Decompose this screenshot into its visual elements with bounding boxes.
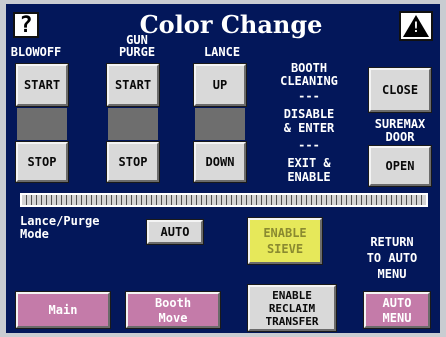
warning-glyph: ! (411, 20, 421, 36)
lance-purge-mode-label-line1: Lance/Purge (20, 214, 100, 228)
lance-down-button[interactable]: DOWN (194, 142, 246, 182)
suremax-label-line1: SUREMAX (374, 117, 426, 131)
reclaim-line2: RECLAIM (268, 301, 316, 315)
help-icon[interactable]: ? (13, 12, 39, 38)
auto-menu-line1: AUTO (382, 295, 412, 310)
booth-cleaning-line1: BOOTH (290, 61, 328, 75)
lance-status-indicator (195, 108, 245, 140)
blowoff-stop-button[interactable]: STOP (16, 142, 68, 182)
enable-sieve-line2: SIEVE (266, 242, 304, 256)
lance-purge-mode-auto-button[interactable]: AUTO (147, 220, 203, 244)
lance-label: LANCE (203, 45, 241, 59)
blowoff-start-button[interactable]: START (16, 64, 68, 106)
gun-purge-start-button[interactable]: START (107, 64, 159, 106)
booth-move-line1: Booth (154, 295, 192, 310)
suremax-close-button[interactable]: CLOSE (369, 68, 431, 112)
booth-move-button[interactable]: Booth Move (126, 292, 220, 328)
booth-cleaning-separator-2: --- (298, 138, 320, 152)
reclaim-line1: ENABLE (272, 288, 312, 302)
exit-enable-line1: EXIT & (287, 156, 331, 170)
enable-sieve-line1: ENABLE (263, 226, 307, 240)
help-glyph: ? (19, 12, 33, 38)
disable-enter-line2: & ENTER (283, 121, 335, 135)
gun-purge-label-line2: PURGE (118, 45, 156, 59)
blowoff-status-indicator (17, 108, 67, 140)
return-auto-line1: RETURN (370, 235, 414, 249)
booth-move-line2: Move (158, 310, 188, 325)
reclaim-line3: TRANSFER (265, 314, 319, 328)
purge-progress-bar (20, 193, 428, 207)
blowoff-label: BLOWOFF (10, 45, 62, 59)
disable-enter-line1: DISABLE (283, 107, 335, 121)
enable-reclaim-transfer-button[interactable]: ENABLE RECLAIM TRANSFER (248, 285, 336, 331)
main-button[interactable]: Main (16, 292, 110, 328)
lance-purge-mode-label-line2: Mode (20, 227, 49, 241)
warning-icon[interactable]: ! (399, 11, 433, 41)
suremax-open-button[interactable]: OPEN (369, 146, 431, 186)
booth-cleaning-separator-1: --- (298, 89, 320, 103)
suremax-label-line2: DOOR (385, 130, 415, 144)
auto-menu-line2: MENU (382, 310, 412, 325)
booth-cleaning-line2: CLEANING (280, 74, 338, 88)
hmi-screen: ? Color Change ! BLOWOFF GUN PURGE LANCE… (6, 4, 440, 333)
gun-purge-status-indicator (108, 108, 158, 140)
lance-up-button[interactable]: UP (194, 64, 246, 106)
return-auto-line2: TO AUTO (366, 251, 418, 265)
return-auto-line3: MENU (377, 267, 407, 281)
gun-purge-stop-button[interactable]: STOP (107, 142, 159, 182)
auto-menu-button[interactable]: AUTO MENU (364, 292, 430, 328)
exit-enable-line2: ENABLE (287, 170, 331, 184)
enable-sieve-button[interactable]: ENABLE SIEVE (248, 218, 322, 264)
